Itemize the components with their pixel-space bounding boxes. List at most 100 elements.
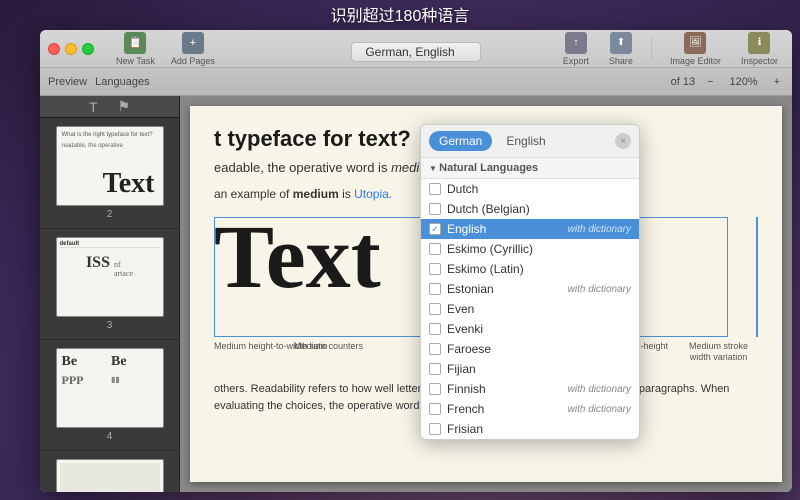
- lang-label-finnish: Finnish: [447, 382, 486, 396]
- page-num-3: 3: [48, 320, 171, 331]
- preview-label: Preview: [48, 76, 87, 88]
- lang-label-eskimo-latin: Eskimo (Latin): [447, 262, 524, 276]
- top-banner: 识别超过180种语言: [0, 0, 800, 28]
- lang-item-estonian[interactable]: Estonian with dictionary: [421, 279, 639, 299]
- image-editor-label: Image Editor: [670, 56, 721, 66]
- page-thumb-4[interactable]: Be Be PPP ▮▮ 4: [40, 340, 179, 451]
- lang-checkbox-frisian: [429, 423, 441, 435]
- page-thumb-img-5: dbqpabg: [56, 459, 164, 492]
- lang-label-estonian: Estonian: [447, 282, 494, 296]
- inspector-button[interactable]: ℹ Inspector: [735, 30, 784, 68]
- close-button[interactable]: [48, 43, 60, 55]
- banner-text: 识别超过180种语言: [331, 2, 470, 26]
- lang-item-eskimo-latin[interactable]: Eskimo (Latin): [421, 259, 639, 279]
- minimize-button[interactable]: [65, 43, 77, 55]
- traffic-lights: [48, 43, 94, 55]
- lang-checkbox-eskimo-latin: [429, 263, 441, 275]
- utopia-link[interactable]: Utopia.: [354, 187, 392, 201]
- export-label: Export: [563, 56, 589, 66]
- inspector-icon: ℹ: [748, 32, 770, 54]
- lang-dropdown-close[interactable]: ×: [615, 133, 631, 149]
- language-dropdown: German English × Natural Languages Dutch: [420, 124, 640, 440]
- lang-item-fijian[interactable]: Fijian: [421, 359, 639, 379]
- lang-tab-german[interactable]: German: [429, 131, 492, 151]
- share-button[interactable]: ⬆ Share: [603, 30, 639, 68]
- page-num-2: 2: [48, 209, 171, 220]
- doc-medium-word: medium: [293, 187, 339, 201]
- add-pages-button[interactable]: + Add Pages: [165, 30, 221, 68]
- new-task-icon: 📋: [124, 32, 146, 54]
- lang-label-faroese: Faroese: [447, 342, 491, 356]
- sidebar-text-icon[interactable]: T: [85, 97, 102, 117]
- page-num-4: 4: [48, 431, 171, 442]
- lang-item-english[interactable]: ✓ English with dictionary: [421, 219, 639, 239]
- sidebar-flag-icon[interactable]: ⚑: [114, 96, 135, 117]
- lang-item-dutch[interactable]: Dutch: [421, 179, 639, 199]
- lang-checkbox-french: [429, 403, 441, 415]
- zoom-plus[interactable]: +: [770, 76, 784, 88]
- new-task-label: New Task: [116, 56, 155, 66]
- page-thumb-img-2: What is the right typeface for text? rea…: [56, 126, 164, 206]
- lang-label-french: French: [447, 402, 484, 416]
- toolbar-right: ↑ Export ⬆ Share 🖼 Image Editor ℹ Inspec…: [557, 30, 784, 68]
- sidebar: T ⚑ What is the right typeface for text?…: [40, 96, 180, 492]
- lang-label-eskimo-cyrillic: Eskimo (Cyrillic): [447, 242, 533, 256]
- lang-label-fijian: Fijian: [447, 362, 476, 376]
- lang-checkbox-dutch-belgian: [429, 203, 441, 215]
- lang-item-faroese[interactable]: Faroese: [421, 339, 639, 359]
- sidebar-toolbar: T ⚑: [40, 96, 179, 118]
- add-pages-icon: +: [182, 32, 204, 54]
- new-task-button[interactable]: 📋 New Task: [110, 30, 161, 68]
- maximize-button[interactable]: [82, 43, 94, 55]
- main-window: 📋 New Task + Add Pages Untitled German, …: [40, 30, 792, 492]
- page-thumb-img-3: default ISS nfartace: [56, 237, 164, 317]
- lang-item-finnish[interactable]: Finnish with dictionary: [421, 379, 639, 399]
- lang-checkbox-estonian: [429, 283, 441, 295]
- secondary-toolbar: Preview Languages of 13 − 120% +: [40, 68, 792, 96]
- lang-tab-english[interactable]: English: [496, 131, 555, 151]
- image-editor-button[interactable]: 🖼 Image Editor: [664, 30, 727, 68]
- lang-item-even[interactable]: Even: [421, 299, 639, 319]
- export-button[interactable]: ↑ Export: [557, 30, 595, 68]
- lang-checkbox-finnish: [429, 383, 441, 395]
- add-pages-label: Add Pages: [171, 56, 215, 66]
- lang-label-dutch: Dutch: [447, 182, 478, 196]
- zoom-level: 120%: [726, 76, 762, 88]
- medium-height-label: Medium height-to-width ratio: [214, 341, 328, 351]
- page-thumb-5[interactable]: dbqpabg 5: [40, 451, 179, 492]
- page-thumb-3[interactable]: default ISS nfartace 3: [40, 229, 179, 340]
- lang-checkbox-dutch: [429, 183, 441, 195]
- thumb-2-large-text: Text: [103, 168, 155, 200]
- lang-label-evenki: Evenki: [447, 322, 483, 336]
- toolbar-left: 📋 New Task + Add Pages: [110, 30, 221, 68]
- document-area: t typeface for text? eadable, the operat…: [180, 96, 792, 492]
- inspector-label: Inspector: [741, 56, 778, 66]
- lang-checkbox-english: ✓: [429, 223, 441, 235]
- lang-dropdown-header: German English ×: [421, 125, 639, 158]
- lang-label-frisian: Frisian: [447, 422, 483, 436]
- page-thumb-img-4: Be Be PPP ▮▮: [56, 348, 164, 428]
- zoom-minus[interactable]: −: [703, 76, 717, 88]
- language-selector[interactable]: German, English: [351, 42, 481, 62]
- page-count: of 13: [671, 76, 695, 88]
- lang-checkbox-faroese: [429, 343, 441, 355]
- share-label: Share: [609, 56, 633, 66]
- medium-stroke-label: Medium strokewidth variation: [689, 341, 748, 362]
- image-editor-icon: 🖼: [684, 32, 706, 54]
- lang-label-even: Even: [447, 302, 474, 316]
- export-icon: ↑: [565, 32, 587, 54]
- lang-checkbox-even: [429, 303, 441, 315]
- lang-item-frisian[interactable]: Frisian: [421, 419, 639, 439]
- lang-item-dutch-belgian[interactable]: Dutch (Belgian): [421, 199, 639, 219]
- page-thumb-2[interactable]: What is the right typeface for text? rea…: [40, 118, 179, 229]
- lang-label-english: English: [447, 222, 486, 236]
- lang-item-evenki[interactable]: Evenki: [421, 319, 639, 339]
- lang-item-eskimo-cyrillic[interactable]: Eskimo (Cyrillic): [421, 239, 639, 259]
- lang-label-dutch-belgian: Dutch (Belgian): [447, 202, 530, 216]
- lang-item-french[interactable]: French with dictionary: [421, 399, 639, 419]
- lang-checkbox-evenki: [429, 323, 441, 335]
- content-area: T ⚑ What is the right typeface for text?…: [40, 96, 792, 492]
- share-icon: ⬆: [610, 32, 632, 54]
- lang-checkbox-fijian: [429, 363, 441, 375]
- lang-checkbox-eskimo-cyrillic: [429, 243, 441, 255]
